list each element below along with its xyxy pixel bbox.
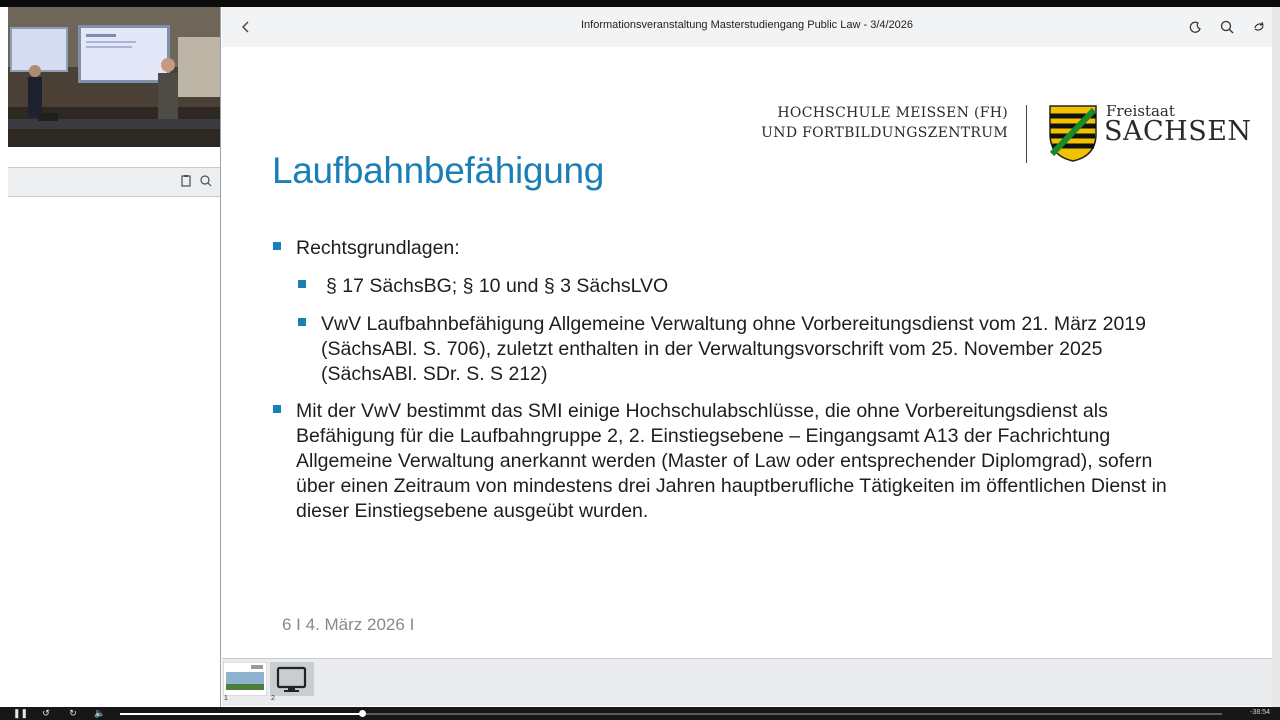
- bullet-4-line: Allgemeine Verwaltung anerkannt werden (…: [296, 450, 1153, 472]
- search-icon[interactable]: [1218, 18, 1236, 36]
- bullet-4-line: Befähigung für die Laufbahngruppe 2, 2. …: [296, 425, 1111, 447]
- slide-title: Laufbahnbefähigung: [272, 150, 605, 191]
- slide-footer: 6 I 4. März 2026 I: [282, 615, 415, 634]
- top-strip: [0, 0, 1280, 7]
- player-controls: ❚❚ ↺ ↻ 🔈 -38:54: [0, 707, 1280, 720]
- presentation-title: Informationsveranstaltung Masterstudieng…: [580, 19, 914, 31]
- logo-divider: [1026, 105, 1027, 163]
- app-window: Informationsveranstaltung Masterstudieng…: [0, 0, 1280, 720]
- slide-thumbnail-image: [222, 661, 268, 697]
- logo-line-2: UND FORTBILDUNGSZENTRUM: [761, 125, 1008, 141]
- presentation-header: Informationsveranstaltung Masterstudieng…: [222, 7, 1272, 47]
- bullet-4-line: Mit der VwV bestimmt das SMI einige Hoch…: [296, 400, 1108, 422]
- remaining-time: -38:54: [1250, 709, 1270, 716]
- thumbnail-bar: 1 2: [222, 658, 1272, 706]
- scrollbar[interactable]: [1272, 7, 1280, 707]
- monitor-icon: [276, 666, 307, 692]
- bullet-marker: [298, 280, 306, 288]
- bullet-1: Rechtsgrundlagen:: [296, 237, 460, 259]
- left-toolbar: [8, 167, 220, 197]
- refresh-icon[interactable]: [1250, 18, 1268, 36]
- thumbnail-number: 1: [224, 695, 228, 702]
- thumbnail-screen[interactable]: [270, 662, 314, 696]
- chat-icon[interactable]: [198, 174, 214, 190]
- slide: HOCHSCHULE MEISSEN (FH) UND FORTBILDUNGS…: [222, 47, 1272, 657]
- coat-of-arms-icon: [1049, 105, 1097, 162]
- notes-icon[interactable]: [178, 174, 194, 190]
- pause-icon[interactable]: ❚❚: [13, 708, 28, 719]
- thumbnail-slide[interactable]: [222, 661, 268, 697]
- bullet-2: § 17 SächsBG; § 10 und § 3 SächsLVO: [326, 275, 669, 297]
- bullet-4-line: über einen Zeitraum von mindestens drei …: [296, 475, 1167, 497]
- speaker-video-image: [8, 7, 220, 147]
- moon-icon[interactable]: [1187, 18, 1205, 36]
- volume-icon[interactable]: 🔈: [94, 708, 106, 719]
- bullet-3-line: (SächsABl. S. 706), zuletzt enthalten in…: [321, 338, 1103, 360]
- bullet-4: Mit der VwV bestimmt das SMI einige Hoch…: [296, 399, 1167, 524]
- progress-handle[interactable]: [359, 710, 367, 717]
- rewind-icon[interactable]: ↺: [40, 708, 52, 719]
- bullet-3-line: (SächsABl. SDr. S. S 212): [321, 363, 548, 385]
- bullet-marker: [273, 405, 281, 413]
- hochschule-logo: HOCHSCHULE MEISSEN (FH) UND FORTBILDUNGS…: [761, 103, 1008, 143]
- forward-icon[interactable]: ↻: [67, 708, 79, 719]
- bullet-marker: [273, 242, 281, 250]
- sachsen-label: SACHSEN: [1104, 116, 1252, 147]
- progress-fill: [120, 713, 363, 715]
- left-panel: [8, 7, 221, 707]
- bullet-4-line: dieser Einstiegsebene ausgeübt wurden.: [296, 500, 649, 522]
- bullet-3: VwV Laufbahnbefähigung Allgemeine Verwal…: [321, 312, 1146, 387]
- logo-line-1: HOCHSCHULE MEISSEN (FH): [777, 105, 1008, 121]
- bullet-marker: [298, 318, 306, 326]
- thumbnail-number: 2: [271, 695, 275, 702]
- bullet-3-line: VwV Laufbahnbefähigung Allgemeine Verwal…: [321, 313, 1146, 335]
- speaker-video[interactable]: [8, 7, 220, 147]
